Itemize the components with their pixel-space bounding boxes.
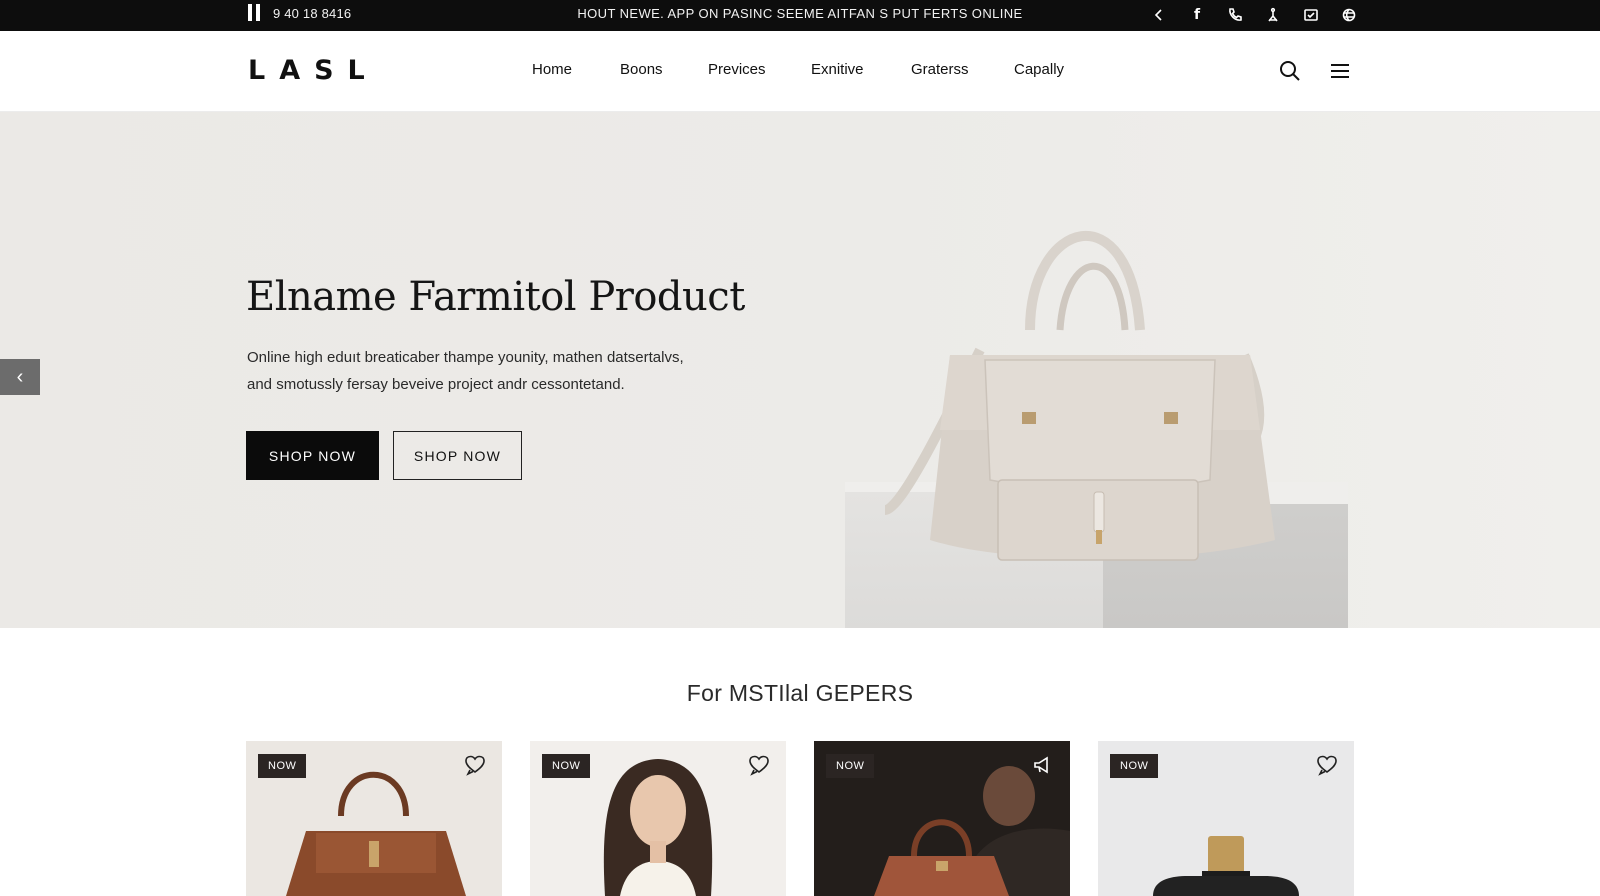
menu-icon[interactable] bbox=[1328, 59, 1352, 83]
social-links: f bbox=[1148, 3, 1360, 27]
product-badge: NOW bbox=[1110, 754, 1159, 778]
heart-chat-icon[interactable] bbox=[464, 754, 488, 778]
section-title: For MSTIlal GEPERS bbox=[686, 680, 914, 706]
product-grid: NOW NOW NOW NOW bbox=[246, 741, 1356, 896]
heart-chat-icon[interactable] bbox=[1316, 754, 1340, 778]
hero-title: Elname Farmitol Product bbox=[246, 274, 745, 320]
hero-description-line: Online high eduıt breaticaber thampe you… bbox=[247, 349, 684, 366]
site-header: LASL Home Boons Previces Exnitive Grater… bbox=[0, 31, 1600, 112]
mail-icon[interactable] bbox=[1300, 4, 1322, 26]
product-badge: NOW bbox=[542, 754, 591, 778]
hero-description-line: and smotussly fersay beveive project and… bbox=[247, 376, 625, 393]
accessibility-icon[interactable] bbox=[1262, 4, 1284, 26]
shop-now-button[interactable]: SHOP NOW bbox=[246, 431, 379, 480]
header-actions bbox=[1278, 59, 1352, 83]
globe-icon[interactable] bbox=[1338, 4, 1360, 26]
search-icon[interactable] bbox=[1278, 59, 1302, 83]
announcement-bar: 9 40 18 8416 HOUT NEWE. APP ON PASINC SE… bbox=[0, 0, 1600, 31]
product-badge: NOW bbox=[258, 754, 307, 778]
product-badge: NOW bbox=[826, 754, 875, 778]
nav-item-graterss[interactable]: Graterss bbox=[911, 61, 1014, 78]
hero-description: Online high eduıt breaticaber thampe you… bbox=[247, 344, 747, 398]
shop-now-outline-button[interactable]: SHOP NOW bbox=[393, 431, 522, 480]
promo-text: HOUT NEWE. APP ON PASINC SEEME AITFAN S … bbox=[577, 6, 1023, 21]
nav-item-boons[interactable]: Boons bbox=[620, 61, 708, 78]
carousel-prev-button[interactable]: ‹ bbox=[0, 359, 40, 395]
facebook-icon[interactable]: f bbox=[1186, 4, 1208, 26]
brand-logo[interactable]: LASL bbox=[248, 55, 379, 86]
nav-item-exnitive[interactable]: Exnitive bbox=[811, 61, 911, 78]
nav-item-capally[interactable]: Capally bbox=[1014, 61, 1084, 78]
product-card[interactable]: NOW bbox=[246, 741, 502, 896]
product-card[interactable]: NOW bbox=[1098, 741, 1354, 896]
heart-chat-icon[interactable] bbox=[748, 754, 772, 778]
product-card[interactable]: NOW bbox=[814, 741, 1070, 896]
hero-banner: ‹ Elname Farmitol Product Online high ed… bbox=[0, 112, 1600, 628]
nav-item-previces[interactable]: Previces bbox=[708, 61, 811, 78]
nav-item-home[interactable]: Home bbox=[532, 61, 620, 78]
chevron-left-icon[interactable] bbox=[1148, 4, 1170, 26]
hero-handbag-image bbox=[883, 230, 1275, 561]
phone-icon[interactable] bbox=[1224, 4, 1246, 26]
main-nav: Home Boons Previces Exnitive Graterss Ca… bbox=[532, 61, 1084, 78]
product-card[interactable]: NOW bbox=[530, 741, 786, 896]
megaphone-icon[interactable] bbox=[1032, 754, 1056, 778]
